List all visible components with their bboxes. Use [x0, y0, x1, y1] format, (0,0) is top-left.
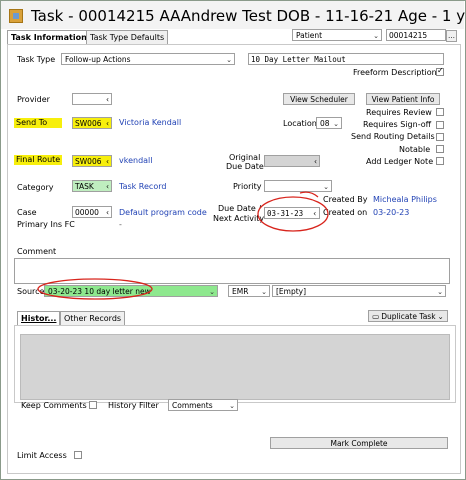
due-date-tick	[299, 191, 319, 198]
red-pen-annotations	[37, 191, 329, 300]
due-date-circle	[257, 196, 329, 232]
source-circle	[37, 278, 153, 300]
